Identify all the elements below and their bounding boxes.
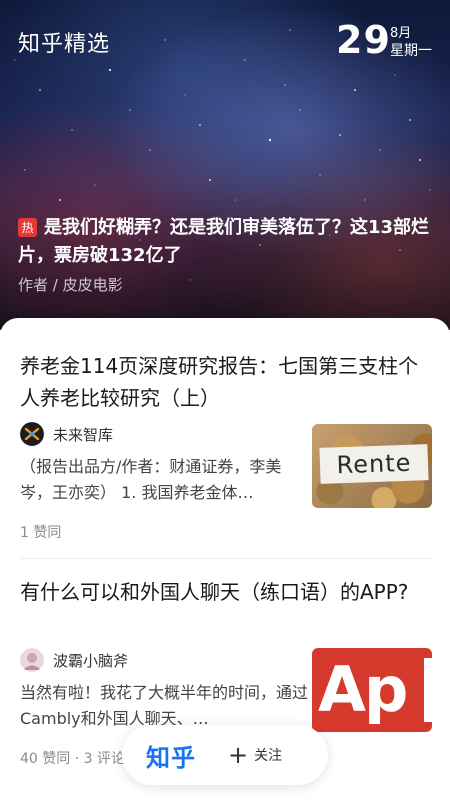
thumbnail-text: Ap [318, 653, 408, 726]
card-meta: 1 赞同 [20, 525, 62, 541]
hero-title[interactable]: 是我们好糊弄？还是我们审美落伍了？这13部烂片，票房破132亿了 [18, 214, 438, 270]
brand-title: 知乎精选 [18, 32, 111, 57]
divider [20, 558, 432, 559]
card-source[interactable]: 波霸小脑斧 [20, 648, 128, 672]
date-weekday: 星期一 [390, 43, 432, 59]
floating-action-bar: 知乎 + 关注 [122, 725, 328, 785]
card-meta: 40 赞同 · 3 评论 [20, 751, 125, 767]
card-title[interactable]: 养老金114页深度研究报告：七国第三支柱个人养老比较研究（上） [20, 350, 432, 414]
feed-card[interactable]: 养老金114页深度研究报告：七国第三支柱个人养老比较研究（上） 未来智库 （报告… [20, 350, 432, 580]
follow-label: 关注 [254, 748, 283, 764]
date-month: 8月 [390, 26, 412, 41]
card-thumbnail[interactable]: Ap [312, 648, 432, 732]
zhihu-logo-button[interactable]: 知乎 [146, 738, 196, 773]
source-avatar[interactable] [20, 648, 44, 672]
card-thumbnail[interactable]: Rente [312, 424, 432, 508]
source-name[interactable]: 波霸小脑斧 [53, 650, 128, 671]
plus-icon: + [228, 741, 249, 769]
date-day: 29 [336, 18, 391, 62]
thumbnail-text: Rente [319, 444, 429, 484]
hero-banner[interactable]: 知乎精选 29 8月 星期一 是我们好糊弄？还是我们审美落伍了？这13部烂片，票… [0, 0, 450, 330]
thumbnail-bar [424, 658, 432, 722]
hero-author: 作者 / 皮皮电影 [18, 276, 123, 294]
card-title[interactable]: 有什么可以和外国人聊天（练口语）的APP? [20, 576, 432, 608]
follow-button[interactable]: + 关注 [228, 741, 283, 769]
hot-badge: 热 [18, 218, 37, 237]
card-source[interactable]: 未来智库 [20, 422, 113, 446]
source-avatar[interactable] [20, 422, 44, 446]
card-excerpt[interactable]: （报告出品方/作者：财通证券，李美岑，王亦奕） 1. 我国养老金体… [20, 454, 310, 506]
source-name[interactable]: 未来智库 [53, 424, 113, 445]
